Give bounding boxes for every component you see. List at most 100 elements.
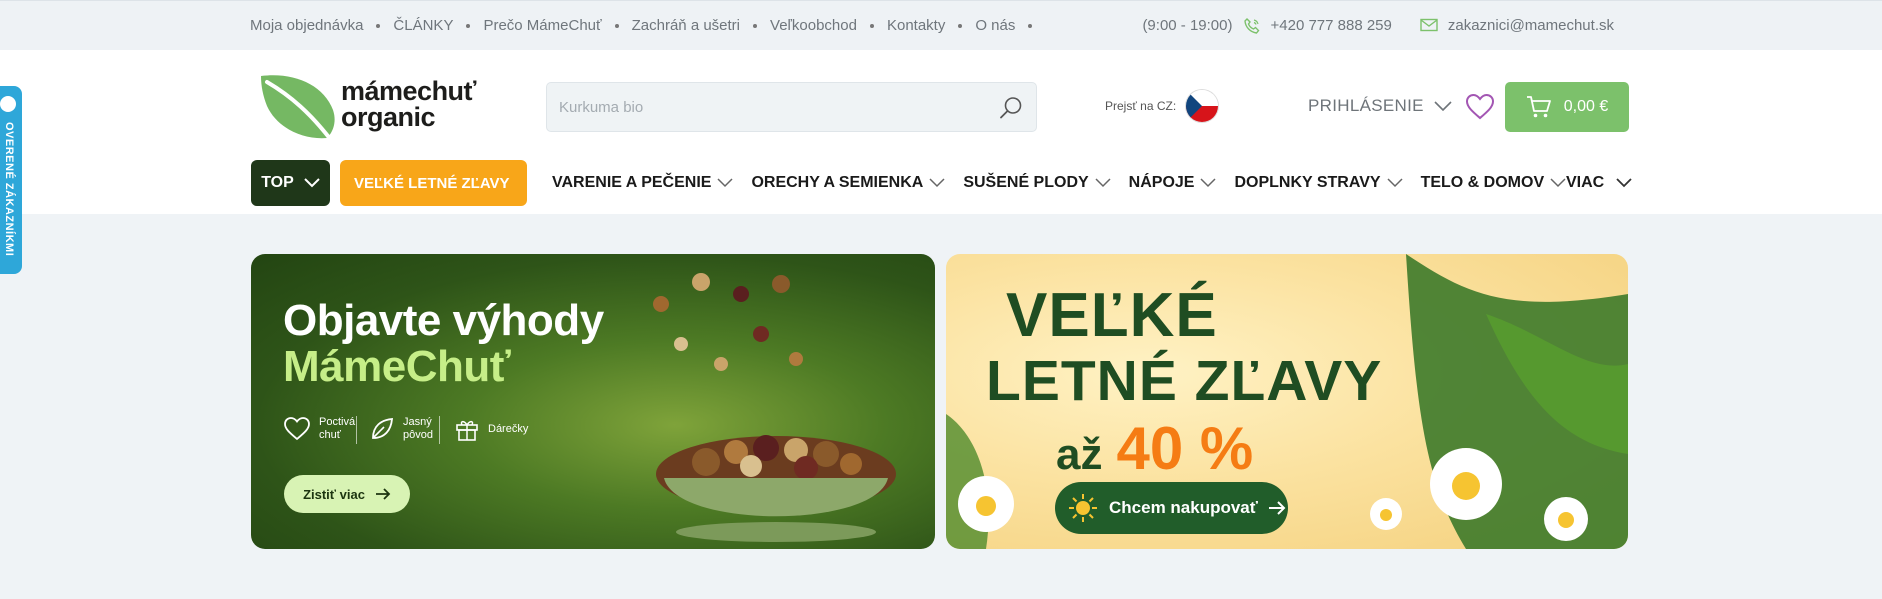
nav-item-label: SUŠENÉ PLODY: [963, 174, 1089, 191]
flying-nuts-decoration: [653, 273, 803, 371]
feature-line: pôvod: [403, 429, 433, 441]
nav-item-label: VARENIE A PEČENIE: [552, 174, 712, 191]
nav-item-body-home[interactable]: TELO & DOMOV: [1421, 174, 1567, 192]
email-link[interactable]: zakaznici@mamechut.sk: [1448, 17, 1614, 34]
shop-now-button[interactable]: Chcem nakupovať: [1055, 482, 1288, 534]
chevron-down-icon: [929, 178, 945, 188]
main-nav: TOP VEĽKÉ LETNÉ ZĽAVY VARENIE A PEČENIE …: [0, 160, 1882, 208]
feature-gifts: Dárečky: [454, 416, 528, 442]
feature-line: chuť: [319, 429, 341, 441]
learn-more-button[interactable]: Zistiť viac: [284, 475, 410, 513]
nav-item-dried-fruits[interactable]: SUŠENÉ PLODY: [963, 174, 1111, 192]
link-my-order[interactable]: Moja objednávka: [250, 17, 363, 34]
summer-sale-label: VEĽKÉ LETNÉ ZĽAVY: [354, 174, 510, 192]
arrow-right-icon: [375, 488, 391, 500]
shop-now-label: Chcem nakupovať: [1109, 498, 1258, 517]
nav-item-cooking-baking[interactable]: VARENIE A PEČENIE: [552, 174, 733, 192]
separator-dot: [614, 23, 619, 28]
separator-dot: [958, 23, 963, 28]
nav-item-supplements[interactable]: DOPLNKY STRAVY: [1234, 174, 1403, 192]
phone-icon: [1243, 17, 1261, 34]
logo-text-organic: organic: [341, 102, 436, 132]
verified-customers-tab[interactable]: OVERENÉ ZÁKAZNÍKMI: [0, 86, 22, 274]
chevron-down-icon: [1095, 178, 1111, 188]
link-contacts[interactable]: Kontakty: [887, 17, 945, 34]
chevron-down-icon: [304, 178, 320, 188]
feature-line: Jasný: [403, 416, 432, 428]
search-box: [546, 82, 1037, 132]
feature-text: Dárečky: [488, 423, 528, 436]
feature-divider: [439, 416, 440, 444]
verified-badge-icon: [0, 96, 16, 112]
chevron-down-icon: [1387, 178, 1403, 188]
verified-customers-label: OVERENÉ ZÁKAZNÍKMI: [3, 122, 15, 257]
link-about[interactable]: O nás: [975, 17, 1015, 34]
czech-flag-icon[interactable]: [1186, 90, 1219, 122]
chevron-down-icon: [1616, 178, 1632, 188]
arrow-right-icon: [1268, 501, 1286, 515]
cart-icon: [1526, 96, 1551, 118]
separator-dot: [466, 23, 471, 28]
top-label: TOP: [261, 174, 294, 191]
country-switch[interactable]: Prejsť na CZ:: [1105, 90, 1219, 122]
feature-line: Poctivá: [319, 416, 356, 428]
logo[interactable]: mámechuť organic: [253, 70, 483, 142]
learn-more-label: Zistiť viac: [303, 486, 365, 502]
benefits-title-line2: MámeChuť: [283, 342, 511, 391]
sale-title-line1: VEĽKÉ: [1006, 281, 1218, 350]
sale-prefix: až: [1056, 430, 1103, 479]
cart-button[interactable]: 0,00 €: [1505, 82, 1629, 132]
search-input[interactable]: [559, 83, 979, 131]
login-label: PRIHLÁSENIE: [1308, 96, 1424, 115]
nav-item-nuts-seeds[interactable]: ORECHY A SEMIENKA: [751, 174, 945, 192]
nav-item-label: DOPLNKY STRAVY: [1234, 174, 1381, 191]
nav-item-label: ORECHY A SEMIENKA: [751, 174, 924, 191]
contact-info: (9:00 - 19:00) +420 777 888 259 zakaznic…: [1142, 17, 1614, 34]
separator-dot: [869, 23, 874, 28]
summer-sale-button[interactable]: VEĽKÉ LETNÉ ZĽAVY: [340, 160, 527, 206]
benefits-title-line1: Objavte výhody: [283, 296, 604, 345]
cart-total: 0,00 €: [1563, 98, 1609, 115]
search-icon[interactable]: [998, 95, 1024, 121]
feature-text: Poctivá chuť: [319, 416, 355, 442]
gift-outline-icon: [456, 420, 478, 441]
feature-divider: [356, 416, 357, 444]
top-utility-bar: Moja objednávka ČLÁNKY Prečo MámeChuť Za…: [0, 0, 1882, 50]
link-wholesale[interactable]: Veľkoobchod: [770, 17, 857, 34]
nav-item-label: TELO & DOMOV: [1420, 174, 1545, 191]
chevron-down-icon: [717, 178, 733, 188]
top-links: Moja objednávka ČLÁNKY Prečo MámeChuť Za…: [250, 17, 1045, 34]
sale-title-line2: LETNÉ ZĽAVY: [986, 349, 1383, 413]
nav-categories: VARENIE A PEČENIE ORECHY A SEMIENKA SUŠE…: [552, 174, 1566, 192]
link-save-and-rescue[interactable]: Zachráň a ušetri: [632, 17, 740, 34]
nav-item-drinks[interactable]: NÁPOJE: [1129, 174, 1217, 192]
phone-link[interactable]: +420 777 888 259: [1271, 17, 1392, 34]
nav-more[interactable]: VIAC: [1566, 174, 1632, 192]
site-header: mámechuť organic Prejsť na CZ: PRIHLÁSEN…: [0, 50, 1882, 214]
chevron-down-icon: [1550, 178, 1566, 188]
banner-summer-sale[interactable]: VEĽKÉ LETNÉ ZĽAVY až 40 % Chcem nakupova…: [946, 254, 1628, 549]
leaf-logo-icon: [261, 75, 335, 142]
separator-dot: [1028, 23, 1033, 28]
separator-dot: [376, 23, 381, 28]
heart-outline-icon: [284, 417, 310, 441]
chevron-down-icon: [1200, 178, 1216, 188]
nav-item-label: NÁPOJE: [1128, 174, 1195, 191]
link-articles[interactable]: ČLÁNKY: [393, 17, 453, 34]
opening-hours: (9:00 - 19:00): [1142, 17, 1233, 34]
envelope-icon: [1420, 18, 1438, 34]
wishlist-heart-icon[interactable]: [1465, 93, 1495, 121]
leaf-outline-icon: [372, 418, 393, 439]
sun-icon: [1069, 494, 1097, 522]
feature-line: Dárečky: [488, 422, 529, 435]
top-products-button[interactable]: TOP: [251, 160, 330, 206]
nav-more-label: VIAC: [1566, 174, 1605, 191]
nut-bowl-illustration: [656, 435, 896, 542]
link-why-mamechut[interactable]: Prečo MámeChuť: [483, 17, 601, 34]
sale-percent: 40 %: [1116, 415, 1254, 482]
banner-benefits[interactable]: Objavte výhody MámeChuť Poctivá chuť Jasn…: [251, 254, 935, 549]
sale-discount: až 40 %: [1056, 414, 1253, 483]
login-menu[interactable]: PRIHLÁSENIE: [1308, 96, 1452, 116]
feature-text: Jasný pôvod: [403, 416, 433, 442]
feature-honest-taste: Poctivá chuť: [283, 416, 355, 442]
